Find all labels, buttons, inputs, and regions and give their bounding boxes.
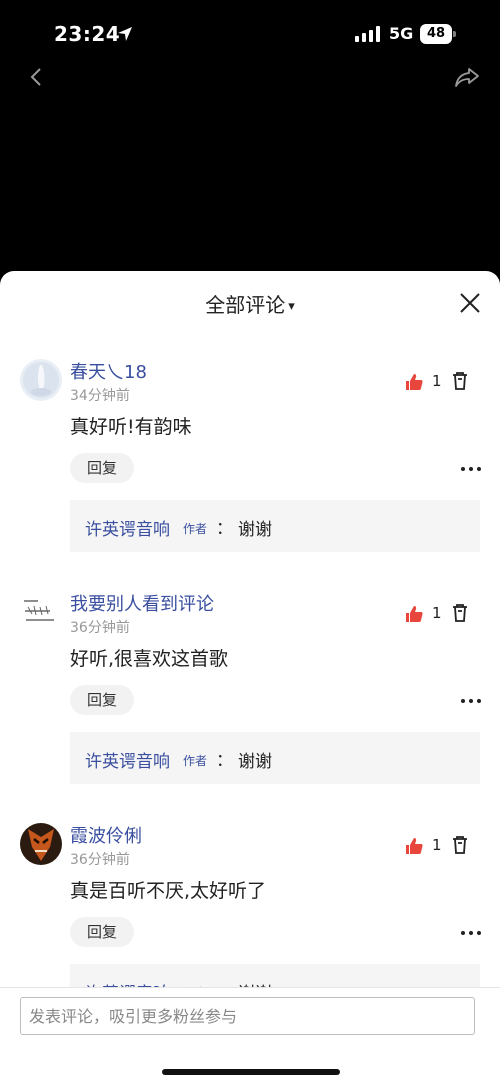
location-arrow-icon <box>118 27 132 41</box>
like-count: 1 <box>432 836 442 854</box>
username[interactable]: 我要别人看到评论 <box>70 590 214 616</box>
reply-button[interactable]: 回复 <box>70 453 134 483</box>
reply-colon: ： <box>216 751 233 771</box>
reply-author[interactable]: 许英谔音响 <box>85 515 170 540</box>
close-icon[interactable] <box>458 291 482 315</box>
comment-time: 34分钟前 <box>70 388 130 404</box>
comment-item: 我要别人看到评论 36分钟前 1 好听,很喜欢这首歌 回复 许英谔音响 作者 ：… <box>0 577 500 809</box>
username[interactable]: 春天乀18 <box>70 358 147 384</box>
comment-time: 36分钟前 <box>70 620 130 636</box>
reply-author[interactable]: 许英谔音响 <box>85 747 170 772</box>
author-badge: 作者 <box>183 754 208 768</box>
thumbs-up-icon[interactable] <box>404 372 424 392</box>
reply-colon: ： <box>216 519 233 539</box>
reply-button[interactable]: 回复 <box>70 685 134 715</box>
status-bar: 23:24 5G 48 <box>0 0 500 60</box>
trash-icon[interactable] <box>451 835 469 855</box>
top-nav <box>0 60 500 94</box>
thumbs-up-icon[interactable] <box>404 836 424 856</box>
sheet-header: 全部评论 ▾ <box>0 271 500 333</box>
signal-icon <box>355 26 380 42</box>
reply-box[interactable]: 许英谔音响 作者 ： 谢谢 <box>70 732 480 784</box>
trash-icon[interactable] <box>451 603 469 623</box>
back-chevron-icon[interactable] <box>26 66 48 88</box>
avatar[interactable] <box>20 823 62 865</box>
more-dots-icon[interactable] <box>460 923 482 943</box>
comment-composer <box>0 987 500 1083</box>
network-type: 5G <box>389 24 414 43</box>
battery-level: 48 <box>420 24 452 44</box>
comment-item: 春天乀18 34分钟前 1 真好听!有韵味 回复 许英谔音响 作者 ： 谢谢 <box>0 345 500 577</box>
avatar[interactable] <box>20 591 62 633</box>
author-badge: 作者 <box>183 522 208 536</box>
comment-text: 真好听!有韵味 <box>70 416 192 438</box>
comment-input[interactable] <box>20 997 475 1035</box>
avatar[interactable] <box>20 359 62 401</box>
like-count: 1 <box>432 372 442 390</box>
username[interactable]: 霞波伶俐 <box>70 822 142 848</box>
comment-list: 春天乀18 34分钟前 1 真好听!有韵味 回复 许英谔音响 作者 ： 谢谢 我… <box>0 345 500 987</box>
caret-down-icon: ▾ <box>288 299 295 314</box>
comment-text: 真是百听不厌,太好听了 <box>70 880 267 902</box>
share-icon[interactable] <box>454 66 480 88</box>
more-dots-icon[interactable] <box>460 459 482 479</box>
reply-colon: ： <box>216 978 233 987</box>
home-indicator <box>162 1069 340 1075</box>
comment-time: 36分钟前 <box>70 852 130 868</box>
reply-text: 谢谢 <box>238 979 272 987</box>
reply-button[interactable]: 回复 <box>70 917 134 947</box>
comment-text: 好听,很喜欢这首歌 <box>70 648 229 670</box>
trash-icon[interactable] <box>451 371 469 391</box>
reply-box[interactable]: 许英谔音响 作者 ： 谢谢 <box>70 964 480 987</box>
reply-text: 谢谢 <box>238 752 272 772</box>
thumbs-up-icon[interactable] <box>404 604 424 624</box>
status-time: 23:24 <box>54 22 121 46</box>
like-count: 1 <box>432 604 442 622</box>
reply-text: 谢谢 <box>238 520 272 540</box>
battery-icon: 48 <box>420 24 456 44</box>
reply-box[interactable]: 许英谔音响 作者 ： 谢谢 <box>70 500 480 552</box>
comments-filter-dropdown[interactable]: 全部评论 ▾ <box>0 289 500 318</box>
more-dots-icon[interactable] <box>460 691 482 711</box>
comment-item: 霞波伶俐 36分钟前 1 真是百听不厌,太好听了 回复 许英谔音响 作者 ： 谢… <box>0 809 500 987</box>
reply-author[interactable]: 许英谔音响 <box>85 979 170 987</box>
comments-sheet: 全部评论 ▾ 春天乀18 34分钟前 1 真好听!有韵味 回复 许英谔音响 作者 … <box>0 271 500 1083</box>
sheet-title: 全部评论 <box>205 293 286 317</box>
